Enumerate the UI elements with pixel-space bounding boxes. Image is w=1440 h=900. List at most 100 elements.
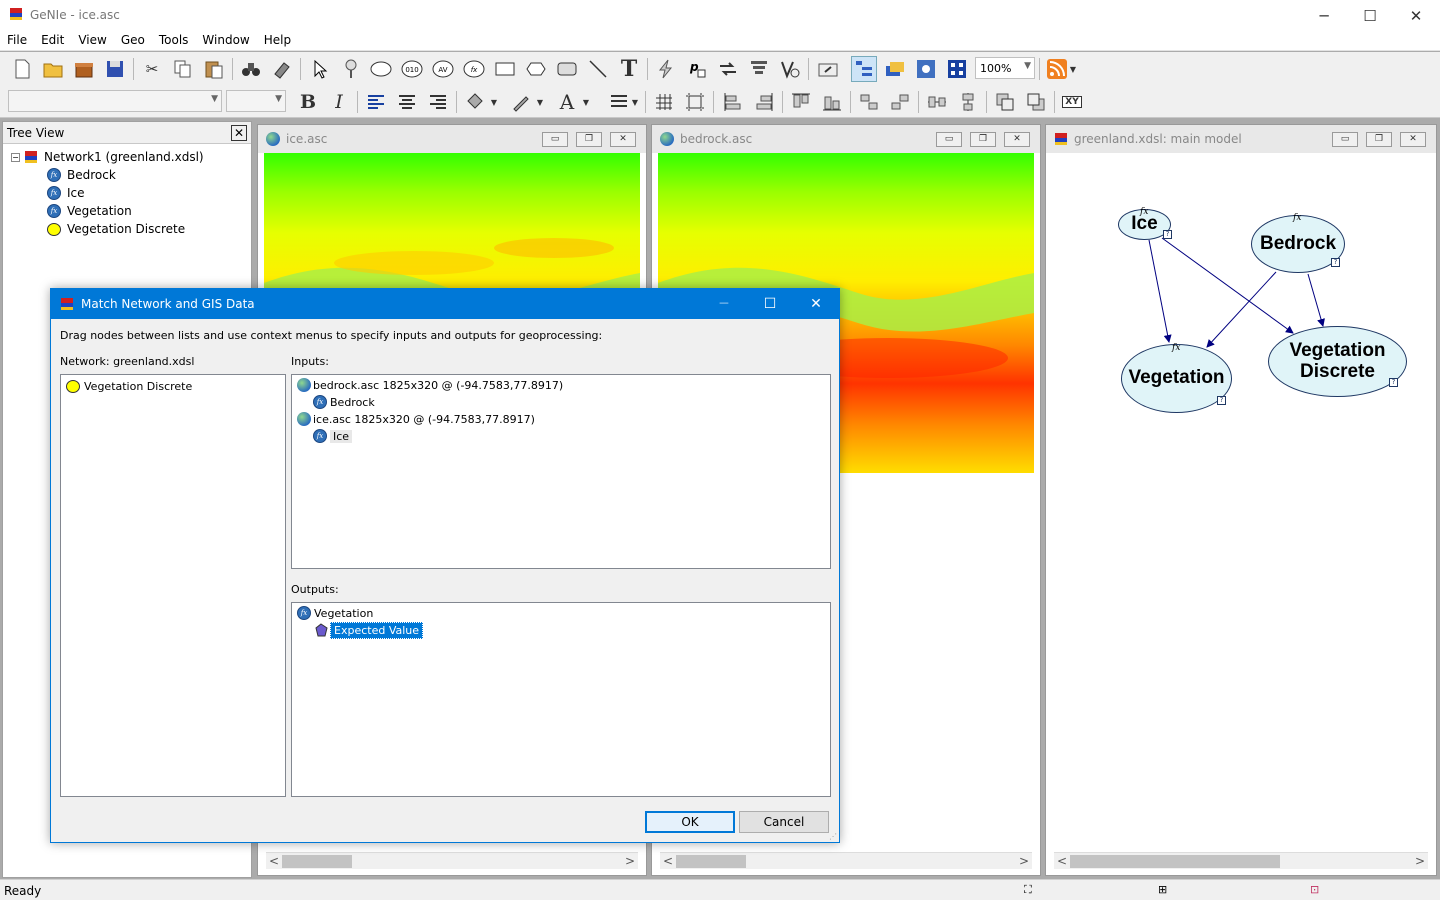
- scroll-thumb[interactable]: [282, 855, 352, 868]
- inputs-list[interactable]: bedrock.asc 1825x320 @ (-94.7583,77.8917…: [291, 374, 831, 569]
- find-binoculars-icon[interactable]: [238, 56, 264, 82]
- tree-item-vegetation-discrete[interactable]: Vegetation Discrete: [47, 220, 185, 238]
- tree-view-toggle-icon[interactable]: [851, 56, 877, 82]
- dialog-minimize-button[interactable]: ─: [701, 289, 747, 319]
- mdi-minimize-button[interactable]: ▭: [936, 132, 962, 147]
- scroll-left-icon[interactable]: <: [1057, 854, 1067, 868]
- settings-icon[interactable]: [913, 56, 939, 82]
- align-left-icon[interactable]: [363, 89, 389, 115]
- list-item[interactable]: ice.asc 1825x320 @ (-94.7583,77.8917): [297, 411, 535, 427]
- export-icon[interactable]: [815, 56, 841, 82]
- node-vegetation-discrete[interactable]: Vegetation Discrete: [1268, 326, 1407, 397]
- open-folder-icon[interactable]: [40, 56, 66, 82]
- list-item[interactable]: fx Vegetation: [297, 605, 373, 621]
- mdi-restore-button[interactable]: ❐: [970, 132, 996, 147]
- utility-node-icon[interactable]: [523, 56, 549, 82]
- tree-close-button[interactable]: ✕: [231, 125, 247, 141]
- tree-item-ice[interactable]: fx Ice: [47, 184, 85, 202]
- mdi-restore-button[interactable]: ❐: [576, 132, 602, 147]
- menu-file[interactable]: File: [0, 31, 34, 50]
- scroll-thumb[interactable]: [676, 855, 746, 868]
- line-color-icon[interactable]: [508, 89, 534, 115]
- scroll-left-icon[interactable]: <: [269, 854, 279, 868]
- bring-front-icon[interactable]: [992, 89, 1018, 115]
- resize-grip-icon[interactable]: ⋰: [829, 832, 837, 841]
- paste-icon[interactable]: [201, 56, 227, 82]
- xy-coordinates-icon[interactable]: XY: [1058, 89, 1086, 115]
- copy-icon[interactable]: [170, 56, 196, 82]
- maximize-button[interactable]: ☐: [1347, 0, 1393, 31]
- chance-node-icon[interactable]: [368, 56, 394, 82]
- minimize-button[interactable]: ─: [1301, 0, 1347, 31]
- new-file-icon[interactable]: [9, 56, 35, 82]
- probability-icon[interactable]: p: [684, 56, 710, 82]
- fit-view-icon[interactable]: ⛶: [1024, 883, 1032, 897]
- tree-item-bedrock[interactable]: fx Bedrock: [47, 166, 116, 184]
- ok-button[interactable]: OK: [645, 811, 735, 833]
- italic-button[interactable]: I: [326, 89, 352, 115]
- line-dropdown-icon[interactable]: ▼: [534, 89, 546, 115]
- fill-color-icon[interactable]: [462, 89, 488, 115]
- align-nodes-left-icon[interactable]: [720, 89, 746, 115]
- mdi-restore-button[interactable]: ❐: [1366, 132, 1392, 147]
- scroll-right-icon[interactable]: >: [625, 854, 635, 868]
- arrows-exchange-icon[interactable]: [715, 56, 741, 82]
- eraser-icon[interactable]: [269, 56, 295, 82]
- grid-icon[interactable]: [651, 89, 677, 115]
- layers-icon[interactable]: [882, 56, 908, 82]
- cancel-button[interactable]: Cancel: [739, 811, 829, 833]
- equation-node-icon[interactable]: fx: [461, 56, 487, 82]
- align-nodes-right-icon[interactable]: [751, 89, 777, 115]
- line-width-dropdown-icon[interactable]: ▼: [629, 89, 641, 115]
- zoom-select[interactable]: 100% ▼: [975, 57, 1035, 79]
- horizontal-scrollbar[interactable]: < >: [1054, 852, 1428, 869]
- grid-status-icon[interactable]: ⊡: [1310, 883, 1319, 896]
- bold-button[interactable]: B: [295, 89, 321, 115]
- menu-window[interactable]: Window: [195, 31, 256, 50]
- list-item[interactable]: Expected Value: [315, 621, 424, 639]
- scroll-right-icon[interactable]: >: [1415, 854, 1425, 868]
- tree-root[interactable]: − Network1 (greenland.xdsl): [11, 148, 204, 166]
- list-item[interactable]: Vegetation Discrete: [66, 378, 192, 394]
- outputs-list[interactable]: fx Vegetation Expected Value: [291, 602, 831, 797]
- scroll-thumb[interactable]: [1070, 855, 1280, 868]
- submodel-icon[interactable]: [554, 56, 580, 82]
- center-v-icon[interactable]: [955, 89, 981, 115]
- text-tool-icon[interactable]: T: [616, 56, 642, 82]
- font-color-dropdown-icon[interactable]: ▼: [580, 89, 592, 115]
- mdi-minimize-button[interactable]: ▭: [1332, 132, 1358, 147]
- open-archive-icon[interactable]: [71, 56, 97, 82]
- mdi-close-button[interactable]: ✕: [1400, 132, 1426, 147]
- font-family-select[interactable]: ▼: [8, 90, 222, 112]
- network-nodes-list[interactable]: Vegetation Discrete: [60, 374, 286, 797]
- font-color-icon[interactable]: A: [554, 89, 580, 115]
- snap-icon[interactable]: [682, 89, 708, 115]
- mdi-close-button[interactable]: ✕: [1004, 132, 1030, 147]
- center-h-icon[interactable]: [924, 89, 950, 115]
- rss-dropdown-icon[interactable]: ▼: [1066, 56, 1080, 82]
- align-bottom-icon[interactable]: [819, 89, 845, 115]
- align-center-icon[interactable]: [394, 89, 420, 115]
- dialog-close-button[interactable]: ✕: [793, 289, 839, 319]
- mdi-close-button[interactable]: ✕: [610, 132, 636, 147]
- list-item[interactable]: bedrock.asc 1825x320 @ (-94.7583,77.8917…: [297, 377, 563, 393]
- distribute-h-icon[interactable]: [856, 89, 882, 115]
- update-lightning-icon[interactable]: [653, 56, 679, 82]
- network-canvas[interactable]: Ice fx ? Bedrock fx ? Vegetation fx ? Ve…: [1050, 150, 1426, 845]
- tree-item-vegetation[interactable]: fx Vegetation: [47, 202, 132, 220]
- validate-icon[interactable]: [777, 56, 803, 82]
- fill-dropdown-icon[interactable]: ▼: [488, 89, 500, 115]
- distribute-v-icon[interactable]: [887, 89, 913, 115]
- dialog-maximize-button[interactable]: ☐: [747, 289, 793, 319]
- font-size-select[interactable]: ▼: [226, 90, 286, 112]
- list-item[interactable]: fx Bedrock: [313, 394, 375, 410]
- menu-geo[interactable]: Geo: [114, 31, 152, 50]
- arc-tool-icon[interactable]: [585, 56, 611, 82]
- node-vegetation[interactable]: Vegetation: [1121, 344, 1232, 413]
- deterministic-node-icon[interactable]: 010: [399, 56, 425, 82]
- menu-help[interactable]: Help: [257, 31, 298, 50]
- cut-icon[interactable]: ✂: [139, 56, 165, 82]
- scroll-left-icon[interactable]: <: [663, 854, 673, 868]
- collapse-icon[interactable]: −: [11, 152, 20, 162]
- filter-icon[interactable]: [746, 56, 772, 82]
